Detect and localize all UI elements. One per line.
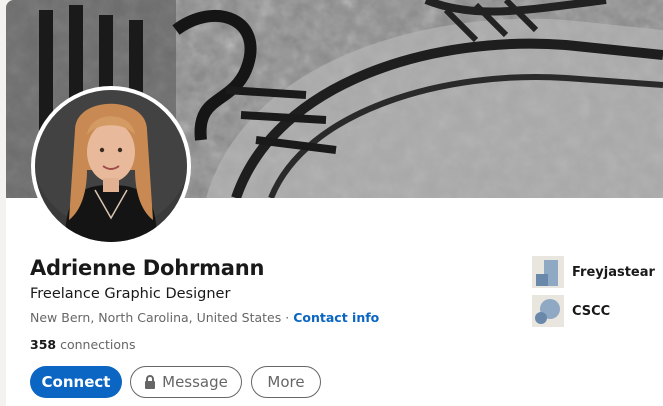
company-logo-icon [532,256,564,288]
connections-number: 358 [30,337,57,352]
message-button-label: Message [162,373,228,391]
profile-location: New Bern, North Carolina, United States [30,310,282,325]
profile-name: Adrienne Dohrmann [30,256,265,280]
separator-dot: · [285,310,290,325]
school-logo-icon [532,295,564,327]
contact-info-link[interactable]: Contact info [293,310,379,325]
more-button[interactable]: More [251,366,321,398]
company-name: Freyjastear [572,264,655,280]
profile-headline: Freelance Graphic Designer [30,286,231,302]
connections-count[interactable]: 358 connections [30,337,135,352]
profile-photo[interactable] [31,86,191,246]
connect-button[interactable]: Connect [30,366,122,398]
school-name: CSCC [572,303,611,319]
message-button[interactable]: Message [130,366,242,398]
profile-card: Adrienne Dohrmann Freelance Graphic Desi… [6,0,663,406]
connections-label: connections [60,337,136,352]
current-company[interactable]: Freyjastear [532,256,655,288]
avatar [35,90,187,242]
education-school[interactable]: CSCC [532,295,610,327]
lock-icon [144,375,156,389]
location-row: New Bern, North Carolina, United States ·… [30,310,379,325]
